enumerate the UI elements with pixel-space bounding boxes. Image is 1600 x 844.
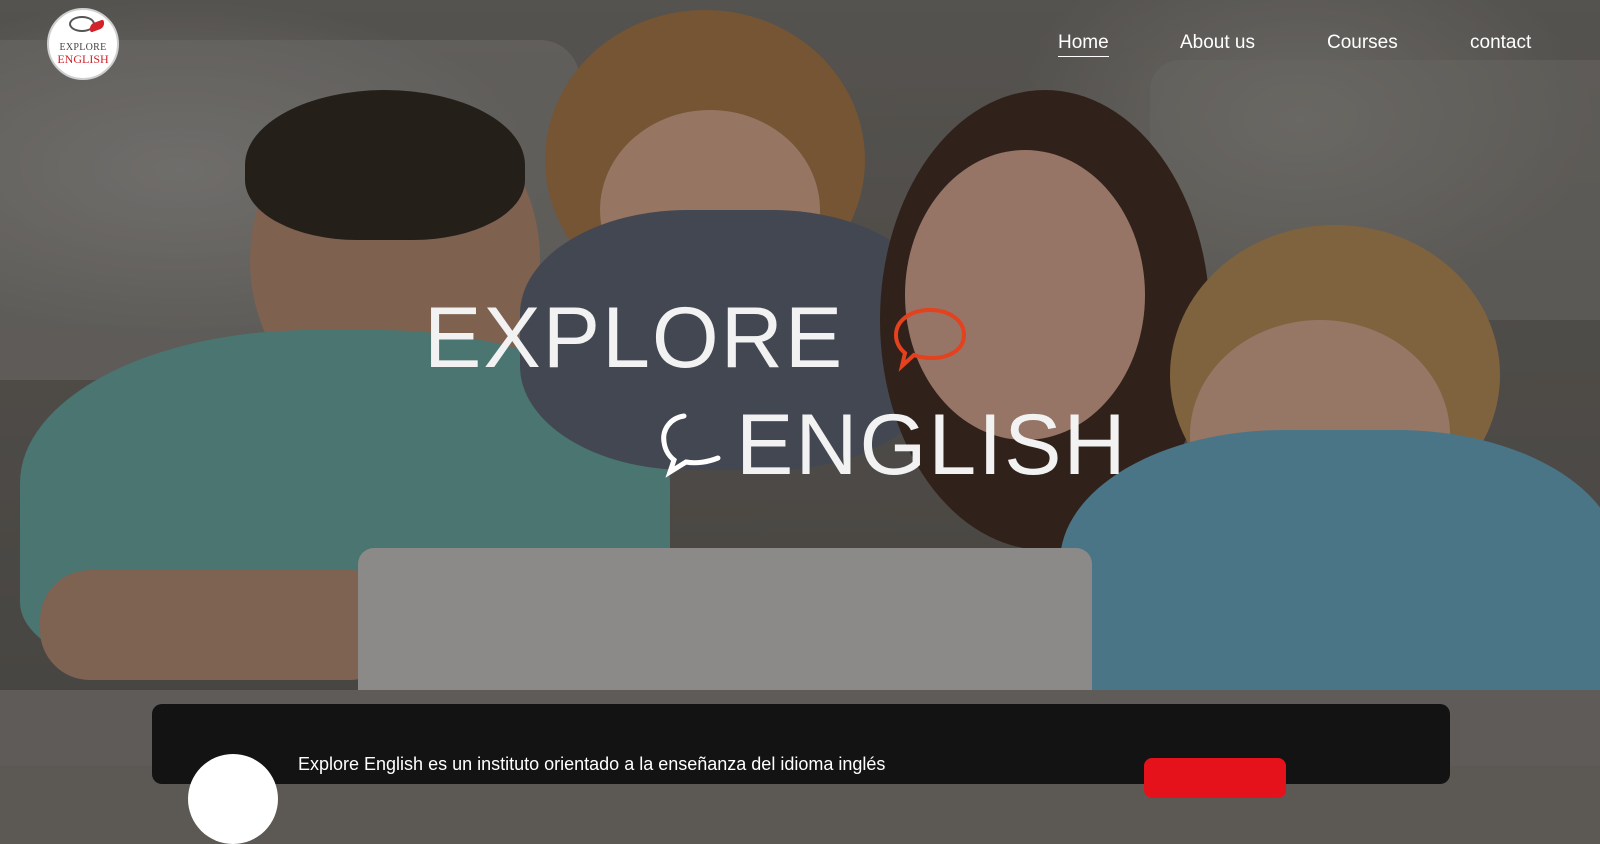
info-description: Explore English es un instituto orientad…: [298, 754, 886, 774]
speech-bubble-white-icon: [661, 413, 721, 478]
info-bar: Explore English es un instituto orientad…: [152, 704, 1450, 844]
speech-bubble-orange-icon: [893, 307, 967, 372]
info-avatar: [188, 754, 278, 844]
nav-item-about-us[interactable]: About us: [1180, 32, 1255, 54]
info-cta-button[interactable]: [1144, 758, 1286, 798]
hero-title-line2: ENGLISH: [736, 397, 1128, 493]
main-nav: Home About us Courses contact: [0, 32, 1600, 57]
nav-item-courses[interactable]: Courses: [1327, 32, 1398, 54]
nav-item-contact[interactable]: contact: [1470, 32, 1531, 54]
hero-title-line1: EXPLORE: [424, 290, 845, 386]
nav-item-home[interactable]: Home: [1058, 32, 1109, 57]
